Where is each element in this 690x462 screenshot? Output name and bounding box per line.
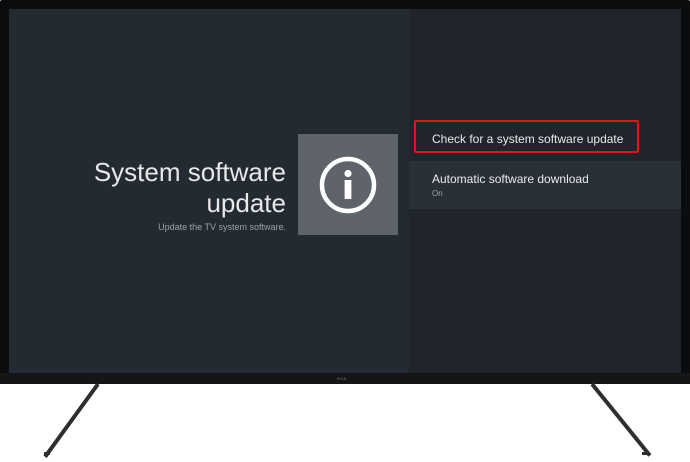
tv-screen: System software update Update the TV sys… (9, 9, 681, 373)
info-icon (319, 156, 377, 213)
page-title: System software update (93, 157, 286, 218)
menu-item-automatic-software-download[interactable]: Automatic software download On (409, 161, 681, 209)
highlight-box (414, 120, 639, 153)
page-subtitle: Update the TV system software. (158, 222, 286, 232)
brand-logo: RCA (337, 376, 347, 381)
tv-stand-foot-right (642, 452, 648, 455)
menu-item-value: On (432, 189, 443, 198)
info-icon-tile (298, 134, 398, 235)
tv-stand-leg-right (590, 382, 652, 457)
tv-stand-leg-left (43, 382, 100, 458)
menu-item-label: Automatic software download (432, 172, 589, 186)
tv-stand-foot-left (44, 452, 50, 455)
